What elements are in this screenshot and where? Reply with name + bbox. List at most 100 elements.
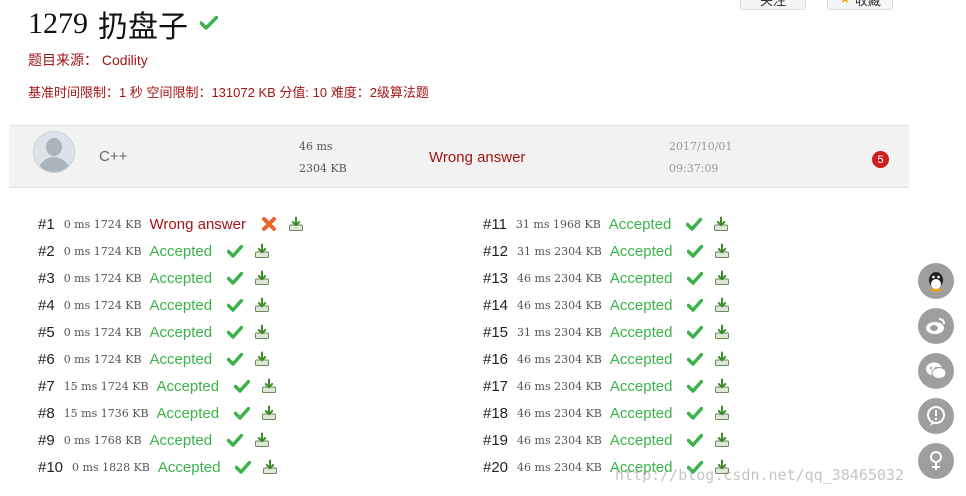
- download-icon[interactable]: [262, 459, 278, 475]
- download-icon[interactable]: [261, 405, 277, 421]
- download-icon[interactable]: [714, 297, 730, 313]
- download-icon[interactable]: [261, 378, 277, 394]
- test-case-stats: 46 ms 2304 KB: [517, 460, 602, 474]
- problem-title: 扔盘子: [98, 11, 188, 44]
- test-case-id: #2: [38, 242, 55, 260]
- download-icon[interactable]: [254, 297, 270, 313]
- test-case-stats: 46 ms 2304 KB: [517, 298, 602, 312]
- accepted-check-icon: [226, 296, 244, 314]
- weibo-icon: [924, 315, 948, 337]
- test-case-stats: 31 ms 2304 KB: [517, 325, 602, 339]
- problem-number: 1279: [28, 7, 88, 40]
- test-case-stats: 46 ms 2304 KB: [517, 406, 602, 420]
- qq-button[interactable]: [918, 263, 954, 299]
- accepted-check-icon: [234, 458, 252, 476]
- wechat-button[interactable]: [918, 353, 954, 389]
- accepted-check-icon: [226, 242, 244, 260]
- test-case-id: #15: [483, 323, 509, 341]
- test-case-stats: 15 ms 1736 KB: [63, 406, 149, 420]
- wechat-icon: [924, 360, 948, 382]
- test-case-row: #15 31 ms 2304 KB Accepted: [483, 322, 730, 342]
- submission-time: 46 ms: [299, 140, 333, 153]
- test-case-id: #11: [483, 215, 507, 233]
- share-button[interactable]: [918, 443, 954, 479]
- submission-memory: 2304 KB: [299, 162, 347, 175]
- submission-clock: 09:37:09: [669, 162, 719, 175]
- accepted-check-icon: [686, 242, 704, 260]
- download-icon[interactable]: [713, 216, 729, 232]
- test-case-result: Accepted: [609, 242, 673, 260]
- comment-button[interactable]: [918, 398, 954, 434]
- test-case-stats: 0 ms 1828 KB: [72, 460, 150, 474]
- test-case-result: Accepted: [609, 404, 673, 422]
- download-icon[interactable]: [254, 351, 270, 367]
- download-icon[interactable]: [288, 216, 304, 232]
- test-case-id: #17: [483, 377, 509, 395]
- test-case-row: #4 0 ms 1724 KB Accepted: [38, 295, 270, 315]
- test-case-row: #5 0 ms 1724 KB Accepted: [38, 322, 270, 342]
- test-case-stats: 0 ms 1724 KB: [63, 352, 142, 366]
- test-case-row: #19 46 ms 2304 KB Accepted: [483, 430, 730, 450]
- test-case-stats: 31 ms 1968 KB: [515, 217, 601, 231]
- download-icon[interactable]: [714, 432, 730, 448]
- test-case-id: #4: [38, 296, 55, 314]
- avatar[interactable]: [33, 131, 75, 173]
- test-case-id: #18: [483, 404, 509, 422]
- test-case-row: #16 46 ms 2304 KB Accepted: [483, 349, 730, 369]
- test-case-row: #6 0 ms 1724 KB Accepted: [38, 349, 270, 369]
- problem-source: 题目来源： Codility: [28, 50, 148, 70]
- submission-verdict: Wrong answer: [429, 149, 526, 166]
- test-case-id: #13: [483, 269, 509, 287]
- follow-button[interactable]: 关注: [740, 0, 806, 10]
- download-icon[interactable]: [714, 324, 730, 340]
- wrong-cross-icon: [260, 215, 278, 233]
- weibo-button[interactable]: [918, 308, 954, 344]
- test-case-result: Accepted: [149, 242, 213, 260]
- test-case-row: #17 46 ms 2304 KB Accepted: [483, 376, 730, 396]
- test-case-stats: 46 ms 2304 KB: [517, 433, 602, 447]
- test-case-stats: 0 ms 1724 KB: [63, 271, 142, 285]
- download-icon[interactable]: [714, 351, 730, 367]
- download-icon[interactable]: [714, 243, 730, 259]
- source-link[interactable]: Codility: [102, 52, 148, 68]
- test-case-stats: 31 ms 2304 KB: [517, 244, 602, 258]
- accepted-check-icon: [685, 215, 703, 233]
- favorite-button[interactable]: ★ 收藏: [827, 0, 893, 10]
- download-icon[interactable]: [714, 378, 730, 394]
- test-case-stats: 46 ms 2304 KB: [517, 271, 602, 285]
- test-case-result: Accepted: [609, 350, 673, 368]
- test-case-id: #1: [38, 215, 55, 233]
- test-case-result: Accepted: [149, 350, 213, 368]
- test-case-result: Accepted: [609, 377, 673, 395]
- download-icon[interactable]: [714, 405, 730, 421]
- test-case-result: Accepted: [609, 269, 673, 287]
- test-case-id: #5: [38, 323, 55, 341]
- accepted-check-icon: [226, 269, 244, 287]
- submission-language: C++: [99, 148, 128, 165]
- star-icon: ★: [839, 0, 851, 7]
- test-case-stats: 0 ms 1724 KB: [63, 325, 142, 339]
- test-case-stats: 0 ms 1724 KB: [63, 217, 142, 231]
- test-case-row: #14 46 ms 2304 KB Accepted: [483, 295, 730, 315]
- test-case-result: Accepted: [157, 458, 221, 476]
- test-case-id: #16: [483, 350, 509, 368]
- download-icon[interactable]: [254, 243, 270, 259]
- test-case-result: Wrong answer: [149, 215, 246, 233]
- test-case-row: #11 31 ms 1968 KB Accepted: [483, 214, 729, 234]
- test-case-row: #9 0 ms 1768 KB Accepted: [38, 430, 270, 450]
- favorite-label: 收藏: [854, 0, 881, 8]
- test-case-id: #19: [483, 431, 509, 449]
- download-icon[interactable]: [254, 432, 270, 448]
- test-case-id: #10: [38, 458, 64, 476]
- test-case-result: Accepted: [149, 323, 213, 341]
- download-icon[interactable]: [714, 270, 730, 286]
- test-case-id: #14: [483, 296, 509, 314]
- test-case-row: #12 31 ms 2304 KB Accepted: [483, 241, 730, 261]
- download-icon[interactable]: [254, 270, 270, 286]
- test-case-result: Accepted: [149, 431, 213, 449]
- download-icon[interactable]: [254, 324, 270, 340]
- test-case-row: #2 0 ms 1724 KB Accepted: [38, 241, 270, 261]
- test-case-id: #9: [38, 431, 55, 449]
- test-case-row: #13 46 ms 2304 KB Accepted: [483, 268, 730, 288]
- comment-count-badge[interactable]: 5: [872, 151, 889, 168]
